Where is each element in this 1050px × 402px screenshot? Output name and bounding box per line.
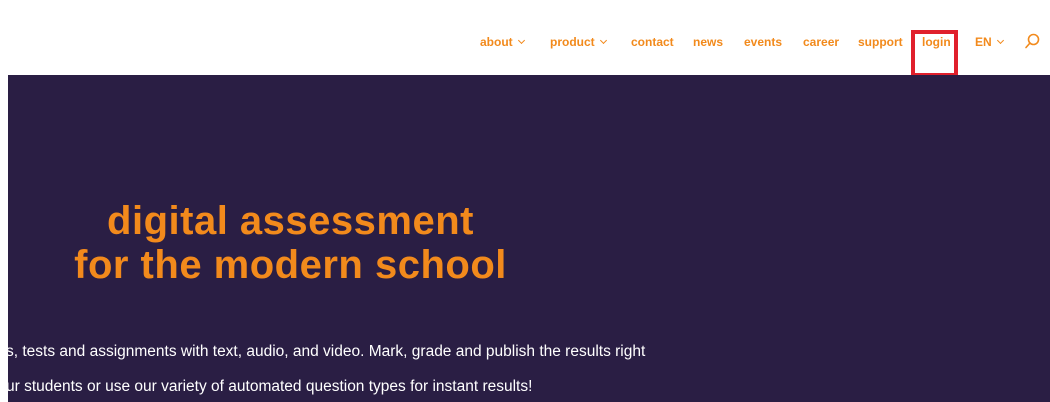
nav-item-language[interactable]: EN xyxy=(975,35,1004,49)
hero-headline-line-2: for the modern school xyxy=(74,243,507,287)
site-header: about product contact news events career… xyxy=(0,0,1050,77)
nav-item-about[interactable]: about xyxy=(480,35,525,49)
nav-item-label: EN xyxy=(975,35,992,49)
page: about product contact news events career… xyxy=(0,0,1050,402)
nav-item-label: product xyxy=(550,35,595,49)
main-nav: about product contact news events career… xyxy=(0,35,1050,51)
search-icon[interactable] xyxy=(1024,33,1040,49)
nav-item-career[interactable]: career xyxy=(803,35,839,49)
nav-item-news[interactable]: news xyxy=(693,35,723,49)
hero-section: digital assessment for the modern school… xyxy=(8,75,1050,402)
nav-item-label: career xyxy=(803,35,840,49)
nav-item-login[interactable]: login xyxy=(922,35,951,49)
chevron-down-icon xyxy=(517,36,525,45)
chevron-down-icon xyxy=(599,36,607,45)
nav-item-label: news xyxy=(693,35,724,49)
hero-description-line-1: s, tests and assignments with text, audi… xyxy=(8,343,646,360)
hero-description: s, tests and assignments with text, audi… xyxy=(8,334,645,402)
hero-description-line-2: ur students or use our variety of automa… xyxy=(8,378,533,395)
nav-item-label: support xyxy=(858,35,903,49)
nav-item-contact[interactable]: contact xyxy=(631,35,674,49)
nav-item-label: events xyxy=(744,35,783,49)
nav-item-support[interactable]: support xyxy=(858,35,903,49)
nav-item-label: contact xyxy=(631,35,674,49)
nav-item-product[interactable]: product xyxy=(550,35,607,49)
hero-headline-line-1: digital assessment xyxy=(107,199,474,243)
nav-item-label: login xyxy=(922,35,951,49)
nav-item-label: about xyxy=(480,35,513,49)
nav-item-events[interactable]: events xyxy=(744,35,782,49)
hero-headline: digital assessment for the modern school xyxy=(8,199,573,287)
chevron-down-icon xyxy=(996,36,1004,45)
